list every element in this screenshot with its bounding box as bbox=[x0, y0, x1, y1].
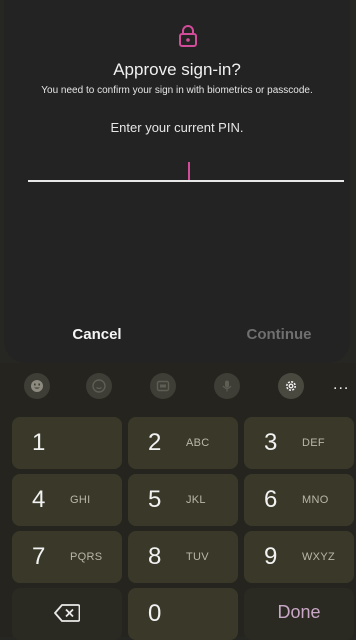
key-0[interactable]: 0 bbox=[128, 588, 238, 640]
gif-icon[interactable] bbox=[150, 373, 176, 399]
lock-icon bbox=[179, 25, 197, 47]
key-8[interactable]: 8 TUV bbox=[128, 531, 238, 583]
emoji-icon[interactable] bbox=[24, 373, 50, 399]
key-digit: 3 bbox=[264, 429, 278, 456]
settings-icon[interactable] bbox=[278, 373, 304, 399]
backspace-icon bbox=[54, 604, 80, 622]
dialog-subtitle: You need to confirm your sign in with bi… bbox=[41, 85, 313, 96]
done-button[interactable]: Done bbox=[244, 588, 354, 640]
key-letters: ABC bbox=[186, 437, 210, 449]
key-letters: WXYZ bbox=[302, 551, 335, 563]
key-digit: 0 bbox=[148, 600, 162, 627]
keyboard-toolbar: ... bbox=[0, 372, 356, 402]
key-4[interactable]: 4 GHI bbox=[12, 474, 122, 526]
key-letters: TUV bbox=[186, 551, 209, 563]
key-digit: 6 bbox=[264, 486, 278, 513]
key-digit: 7 bbox=[32, 543, 46, 570]
key-3[interactable]: 3 DEF bbox=[244, 417, 354, 469]
continue-button[interactable]: Continue bbox=[240, 326, 318, 346]
key-letters: DEF bbox=[302, 437, 325, 449]
key-letters: PQRS bbox=[70, 551, 103, 563]
key-2[interactable]: 2 ABC bbox=[128, 417, 238, 469]
key-5[interactable]: 5 JKL bbox=[128, 474, 238, 526]
key-letters: JKL bbox=[186, 494, 206, 506]
key-digit: 2 bbox=[148, 429, 162, 456]
done-label: Done bbox=[277, 602, 321, 622]
key-1[interactable]: 1 bbox=[12, 417, 122, 469]
cancel-button[interactable]: Cancel bbox=[66, 326, 128, 346]
key-digit: 4 bbox=[32, 486, 46, 513]
key-letters: MNO bbox=[302, 494, 329, 506]
key-6[interactable]: 6 MNO bbox=[244, 474, 354, 526]
text-caret bbox=[188, 162, 190, 180]
key-digit: 1 bbox=[32, 429, 46, 456]
key-digit: 8 bbox=[148, 543, 162, 570]
sticker-icon[interactable] bbox=[86, 373, 112, 399]
dialog-title: Approve sign-in? bbox=[113, 60, 241, 79]
pin-input[interactable] bbox=[28, 156, 344, 182]
approve-sign-in-dialog: Approve sign-in? You need to confirm you… bbox=[4, 0, 350, 363]
microphone-icon[interactable] bbox=[214, 373, 240, 399]
key-digit: 5 bbox=[148, 486, 162, 513]
key-9[interactable]: 9 WXYZ bbox=[244, 531, 354, 583]
key-letters: GHI bbox=[70, 494, 91, 506]
pin-prompt: Enter your current PIN. bbox=[110, 120, 244, 135]
more-icon[interactable]: ... bbox=[333, 376, 349, 394]
key-digit: 9 bbox=[264, 543, 278, 570]
key-7[interactable]: 7 PQRS bbox=[12, 531, 122, 583]
backspace-button[interactable] bbox=[12, 588, 122, 640]
